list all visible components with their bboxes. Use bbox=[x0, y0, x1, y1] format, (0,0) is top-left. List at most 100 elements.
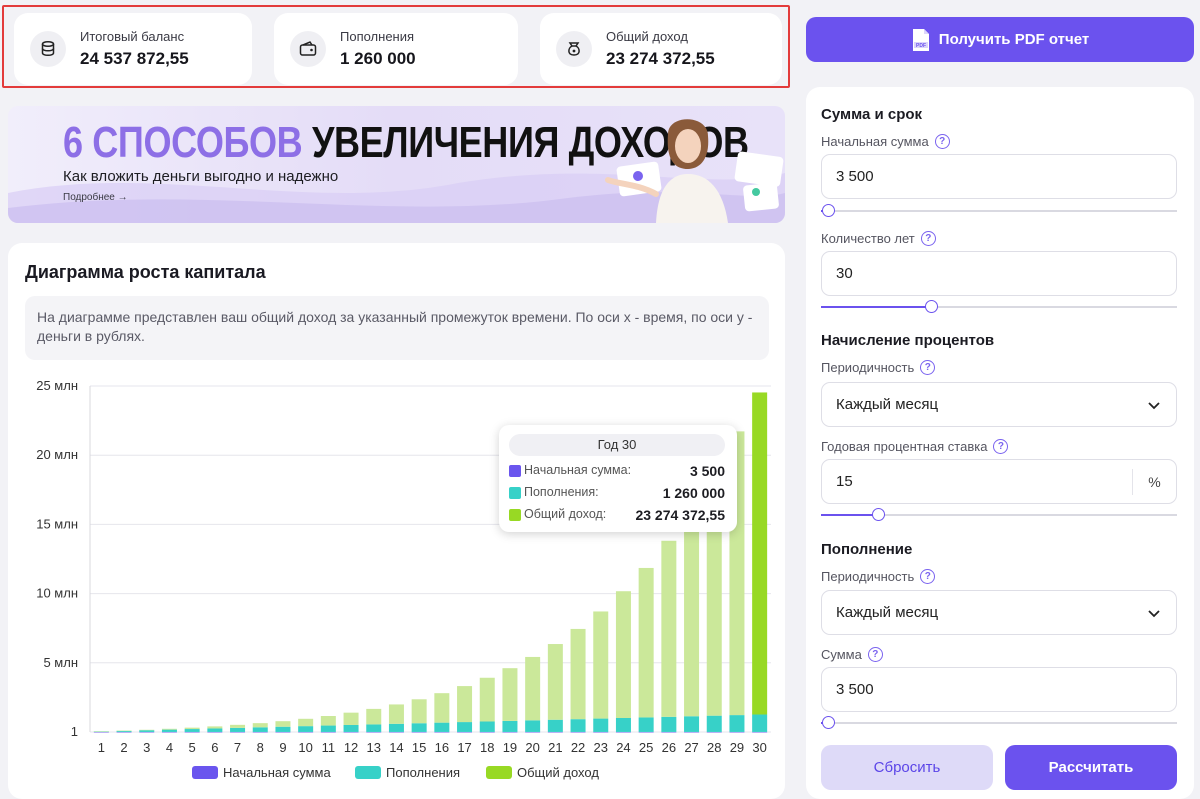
topup-amount-label: Сумма? bbox=[821, 647, 883, 662]
help-icon[interactable]: ? bbox=[920, 360, 936, 375]
bar-segment bbox=[479, 721, 495, 732]
bar-segment bbox=[116, 731, 132, 733]
bar-segment bbox=[570, 719, 586, 732]
x-tick-label: 7 bbox=[234, 740, 241, 755]
bar-segment bbox=[502, 668, 518, 721]
x-tick-label: 13 bbox=[367, 740, 381, 755]
bar-segment bbox=[547, 731, 563, 733]
bar-segment bbox=[525, 731, 541, 733]
x-tick-label: 30 bbox=[752, 740, 766, 755]
bar-segment bbox=[593, 731, 609, 733]
bar-segment bbox=[570, 628, 586, 720]
bar-segment bbox=[275, 731, 291, 733]
bar-segment bbox=[184, 729, 200, 732]
start-amount-slider[interactable] bbox=[821, 204, 1177, 217]
bar-segment bbox=[547, 644, 563, 720]
x-tick-label: 10 bbox=[298, 740, 312, 755]
years-slider[interactable] bbox=[821, 300, 1177, 313]
bar-segment bbox=[161, 729, 177, 732]
bar-segment bbox=[457, 731, 473, 733]
bar-segment bbox=[298, 731, 314, 733]
topup-period-select[interactable]: Каждый месяц bbox=[821, 590, 1177, 635]
help-icon[interactable]: ? bbox=[867, 647, 883, 662]
bar-segment bbox=[388, 723, 404, 732]
help-icon[interactable]: ? bbox=[920, 231, 936, 246]
bar-segment bbox=[434, 722, 450, 732]
bar-segment bbox=[479, 731, 495, 733]
x-tick-label: 16 bbox=[435, 740, 449, 755]
bar-segment bbox=[161, 728, 177, 730]
calculate-button[interactable]: Рассчитать bbox=[1005, 745, 1177, 790]
bar-segment bbox=[343, 712, 359, 725]
pdf-file-icon: PDF bbox=[912, 28, 929, 51]
svg-text:PDF: PDF bbox=[916, 43, 926, 49]
initial-color-swatch bbox=[509, 465, 521, 477]
legend-item-deposits[interactable]: Пополнения bbox=[355, 764, 460, 780]
years-input[interactable]: 30 bbox=[821, 251, 1177, 296]
bar-segment bbox=[252, 723, 268, 728]
y-tick-label: 5 млн bbox=[43, 655, 78, 670]
help-icon[interactable]: ? bbox=[993, 439, 1009, 454]
y-tick-label: 15 млн bbox=[36, 516, 78, 531]
help-icon[interactable]: ? bbox=[920, 569, 936, 584]
bar-segment bbox=[139, 729, 155, 731]
legend-item-income[interactable]: Общий доход bbox=[486, 764, 599, 780]
bar-segment bbox=[207, 731, 223, 733]
bar-segment bbox=[366, 731, 382, 733]
x-tick-label: 14 bbox=[389, 740, 403, 755]
x-tick-label: 2 bbox=[120, 740, 127, 755]
stat-value: 1 260 000 bbox=[340, 49, 416, 68]
bar-segment bbox=[706, 731, 722, 733]
x-tick-label: 21 bbox=[548, 740, 562, 755]
stat-card-deposits: Пополнения 1 260 000 bbox=[274, 13, 518, 85]
bar-segment bbox=[139, 731, 155, 733]
bar-segment bbox=[479, 677, 495, 722]
x-tick-label: 3 bbox=[143, 740, 150, 755]
banner-title-accent: 6 СПОСОБОВ bbox=[63, 118, 303, 167]
legend-label: Пополнения bbox=[386, 764, 461, 780]
x-tick-label: 15 bbox=[412, 740, 426, 755]
get-pdf-report-button[interactable]: PDF Получить PDF отчет bbox=[806, 17, 1194, 62]
x-tick-label: 24 bbox=[616, 740, 630, 755]
x-tick-label: 1 bbox=[98, 740, 105, 755]
rate-input[interactable]: 15 % bbox=[821, 459, 1177, 504]
tooltip-row-value: 3 500 bbox=[689, 463, 725, 479]
banner-woman-illustration bbox=[605, 119, 784, 223]
slider-handle[interactable] bbox=[822, 716, 836, 729]
stat-value: 24 537 872,55 bbox=[80, 49, 189, 68]
interest-period-select[interactable]: Каждый месяц bbox=[821, 382, 1177, 427]
interest-period-label: Периодичность? bbox=[821, 360, 936, 375]
bar-segment bbox=[752, 392, 768, 715]
bar-segment bbox=[275, 726, 291, 732]
bar-segment bbox=[230, 731, 246, 733]
bar-segment bbox=[411, 723, 427, 732]
legend-item-initial[interactable]: Начальная сумма bbox=[192, 764, 331, 780]
bar-segment bbox=[706, 715, 722, 732]
bar-segment bbox=[366, 708, 382, 725]
bar-segment bbox=[729, 731, 745, 733]
topup-amount-slider[interactable] bbox=[821, 716, 1177, 729]
bar-segment bbox=[184, 727, 200, 730]
interest-period-value: Каждый месяц bbox=[836, 396, 939, 413]
x-tick-label: 23 bbox=[594, 740, 608, 755]
bar-segment bbox=[502, 720, 518, 732]
topup-amount-input[interactable]: 3 500 bbox=[821, 667, 1177, 712]
help-icon[interactable]: ? bbox=[934, 134, 950, 149]
slider-handle[interactable] bbox=[822, 204, 836, 217]
stat-label: Пополнения bbox=[340, 29, 415, 44]
reset-button[interactable]: Сбросить bbox=[821, 745, 993, 790]
bar-segment bbox=[638, 567, 654, 718]
promo-banner[interactable]: 6 СПОСОБОВ УВЕЛИЧЕНИЯ ДОХОДОВ Как вложит… bbox=[8, 106, 785, 223]
rate-slider[interactable] bbox=[821, 508, 1177, 521]
bar-segment bbox=[411, 699, 427, 724]
slider-handle[interactable] bbox=[871, 508, 885, 521]
bar-segment bbox=[661, 731, 677, 733]
calculator-form: Сумма и срок Начальная сумма? 3 500 Коли… bbox=[806, 87, 1194, 799]
start-amount-input[interactable]: 3 500 bbox=[821, 154, 1177, 199]
bar-segment bbox=[615, 718, 631, 732]
x-tick-label: 11 bbox=[322, 740, 336, 755]
tooltip-row-value: 1 260 000 bbox=[662, 485, 725, 501]
banner-more-link[interactable]: Подробнее → bbox=[63, 192, 128, 203]
bar-segment bbox=[752, 714, 768, 732]
slider-handle[interactable] bbox=[925, 300, 939, 313]
